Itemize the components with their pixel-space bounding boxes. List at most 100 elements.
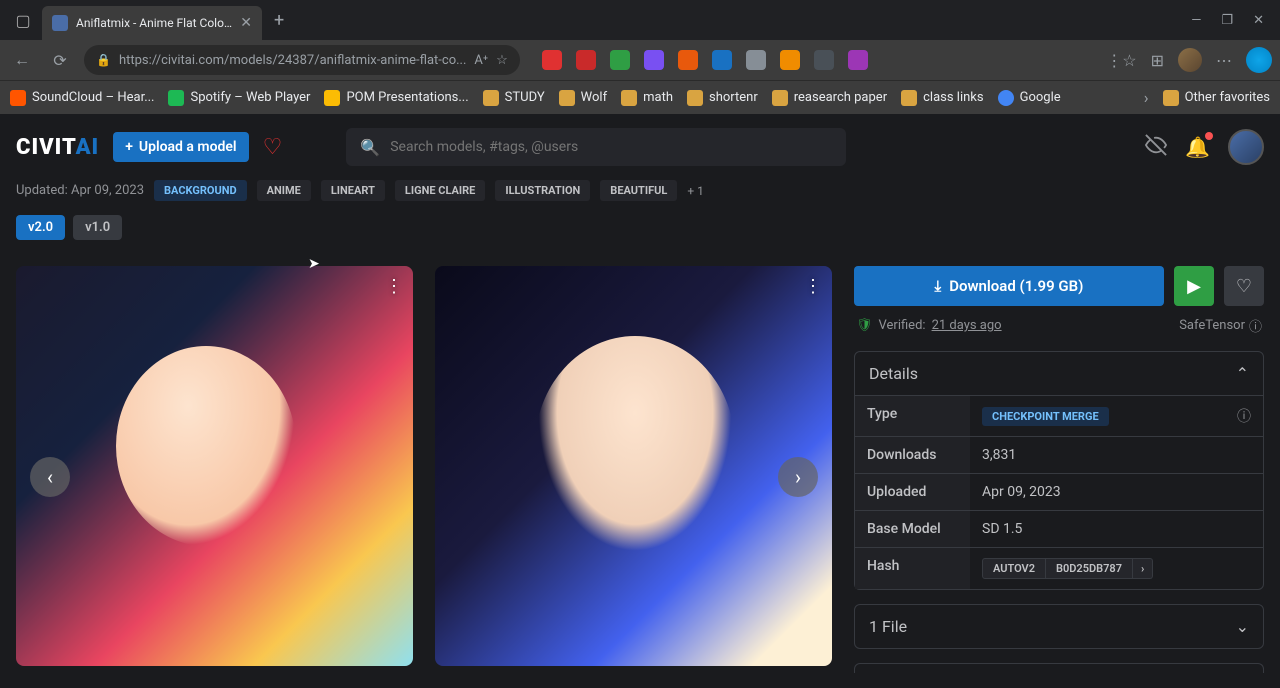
version-v2[interactable]: v2.0: [16, 215, 65, 240]
files-header[interactable]: 1 File ⌄: [855, 605, 1263, 648]
next-panel-peek: [854, 663, 1264, 673]
safetensor-label: SafeTensor: [1179, 318, 1245, 333]
collections-icon[interactable]: ⊞: [1151, 51, 1164, 70]
bookmark-item[interactable]: Wolf: [559, 90, 607, 106]
type-badge: CHECKPOINT MERGE: [982, 407, 1109, 426]
uploaded-label: Uploaded: [855, 474, 970, 510]
upload-model-button[interactable]: +Upload a model: [113, 132, 248, 162]
bookmarks-bar: SoundCloud – Hear... Spotify – Web Playe…: [0, 80, 1280, 114]
details-header[interactable]: Details ⌃: [855, 352, 1263, 395]
bookmark-item[interactable]: Google: [998, 90, 1061, 106]
gallery-prev-button[interactable]: ‹: [30, 457, 70, 497]
type-label: Type: [855, 396, 970, 436]
tag-beautiful[interactable]: BEAUTIFUL: [600, 180, 677, 201]
search-icon: 🔍: [360, 138, 380, 157]
download-icon: ⤓: [935, 277, 942, 295]
downloads-value: 3,831: [970, 437, 1263, 473]
maximize-icon[interactable]: ❐: [1221, 13, 1233, 28]
updated-date: Updated: Apr 09, 2023: [16, 183, 144, 198]
details-panel: Details ⌃ Type CHECKPOINT MERGEⓘ Downloa…: [854, 351, 1264, 590]
refresh-button[interactable]: ⟳: [46, 46, 74, 74]
tag-lineart[interactable]: LINEART: [321, 180, 385, 201]
hash-value[interactable]: B0D25DB787: [1046, 558, 1133, 579]
search-input[interactable]: [390, 139, 832, 155]
ext-icon-4[interactable]: [644, 50, 664, 70]
hash-label: Hash: [855, 548, 970, 589]
new-tab-button[interactable]: +: [274, 10, 284, 31]
version-v1[interactable]: v1.0: [73, 215, 122, 240]
site-search[interactable]: 🔍: [346, 128, 846, 166]
bookmark-item[interactable]: reasearch paper: [772, 90, 887, 106]
hash-algo: AUTOV2: [982, 558, 1046, 579]
tab-favicon-icon: [52, 15, 68, 31]
info-icon[interactable]: ⓘ: [1249, 316, 1262, 335]
other-favorites[interactable]: Other favorites: [1163, 90, 1270, 106]
notification-dot: [1205, 132, 1213, 140]
site-header: CIVITAI +Upload a model ♡ 🔍 🔔: [0, 114, 1280, 180]
profile-avatar-icon[interactable]: [1178, 48, 1202, 72]
tab-actions-icon[interactable]: ▢: [4, 5, 42, 35]
bookmark-item[interactable]: Spotify – Web Player: [168, 90, 310, 106]
ext-icon-9[interactable]: [814, 50, 834, 70]
bing-chat-icon[interactable]: [1246, 47, 1272, 73]
nsfw-toggle-icon[interactable]: [1145, 134, 1167, 161]
ext-icon-10[interactable]: [848, 50, 868, 70]
bookmarks-overflow-icon[interactable]: ›: [1144, 88, 1149, 107]
user-avatar[interactable]: [1228, 129, 1264, 165]
window-titlebar: ▢ Aniflatmix - Anime Flat Color Sty ✕ + …: [0, 0, 1280, 40]
ext-icon-5[interactable]: [678, 50, 698, 70]
files-panel: 1 File ⌄: [854, 604, 1264, 649]
read-aloud-icon[interactable]: A⁺: [474, 53, 488, 68]
favorite-button[interactable]: ♡: [1224, 266, 1264, 306]
browser-tab[interactable]: Aniflatmix - Anime Flat Color Sty ✕: [42, 6, 262, 40]
tags-more[interactable]: + 1: [687, 184, 704, 198]
download-button[interactable]: ⤓ Download (1.99 GB): [854, 266, 1164, 306]
tag-background[interactable]: BACKGROUND: [154, 180, 247, 201]
tag-ligneclaire[interactable]: LIGNE CLAIRE: [395, 180, 485, 201]
tab-close-icon[interactable]: ✕: [240, 15, 252, 31]
shield-icon: 🛡: [856, 318, 873, 333]
bookmark-item[interactable]: math: [621, 90, 673, 106]
ext-icon-7[interactable]: [746, 50, 766, 70]
plus-icon: +: [125, 139, 133, 155]
favorites-heart-icon[interactable]: ♡: [263, 135, 283, 160]
basemodel-value: SD 1.5: [970, 511, 1263, 547]
tag-anime[interactable]: ANIME: [257, 180, 311, 201]
ext-icon-6[interactable]: [712, 50, 732, 70]
bookmark-item[interactable]: class links: [901, 90, 983, 106]
favorites-bar-icon[interactable]: ⋮☆: [1106, 51, 1136, 70]
gallery-image-1[interactable]: ⋮: [16, 266, 413, 666]
ext-icon-1[interactable]: [542, 50, 562, 70]
image-gallery: ⋮ ⋮ ‹ ›: [16, 266, 832, 687]
basemodel-label: Base Model: [855, 511, 970, 547]
lock-icon: 🔒: [96, 53, 111, 67]
extensions-row: [542, 50, 868, 70]
address-bar[interactable]: 🔒 https://civitai.com/models/24387/anifl…: [84, 45, 520, 75]
favorite-icon[interactable]: ☆: [496, 53, 508, 68]
minimize-icon[interactable]: —: [1191, 13, 1201, 28]
gallery-image-2[interactable]: ⋮: [435, 266, 832, 666]
gallery-next-button[interactable]: ›: [778, 457, 818, 497]
image-menu-icon[interactable]: ⋮: [804, 276, 822, 297]
type-info-icon[interactable]: ⓘ: [1237, 406, 1251, 426]
ext-icon-3[interactable]: [610, 50, 630, 70]
verified-date[interactable]: 21 days ago: [932, 318, 1002, 333]
verified-label: Verified:: [879, 318, 926, 333]
more-menu-icon[interactable]: ⋯: [1216, 51, 1232, 70]
run-button[interactable]: ▶: [1174, 266, 1214, 306]
ext-icon-8[interactable]: [780, 50, 800, 70]
ext-icon-2[interactable]: [576, 50, 596, 70]
uploaded-value: Apr 09, 2023: [970, 474, 1263, 510]
bookmark-item[interactable]: SoundCloud – Hear...: [10, 90, 154, 106]
bookmark-item[interactable]: STUDY: [483, 90, 545, 106]
notifications-icon[interactable]: 🔔: [1185, 135, 1210, 159]
bookmark-item[interactable]: POM Presentations...: [324, 90, 468, 106]
bookmark-item[interactable]: shortenr: [687, 90, 758, 106]
image-menu-icon[interactable]: ⋮: [385, 276, 403, 297]
url-toolbar: ← ⟳ 🔒 https://civitai.com/models/24387/a…: [0, 40, 1280, 80]
hash-expand-icon[interactable]: ›: [1133, 558, 1153, 579]
back-button[interactable]: ←: [8, 46, 36, 74]
tag-illustration[interactable]: ILLUSTRATION: [495, 180, 590, 201]
site-logo[interactable]: CIVITAI: [16, 135, 99, 160]
close-window-icon[interactable]: ✕: [1253, 13, 1264, 28]
